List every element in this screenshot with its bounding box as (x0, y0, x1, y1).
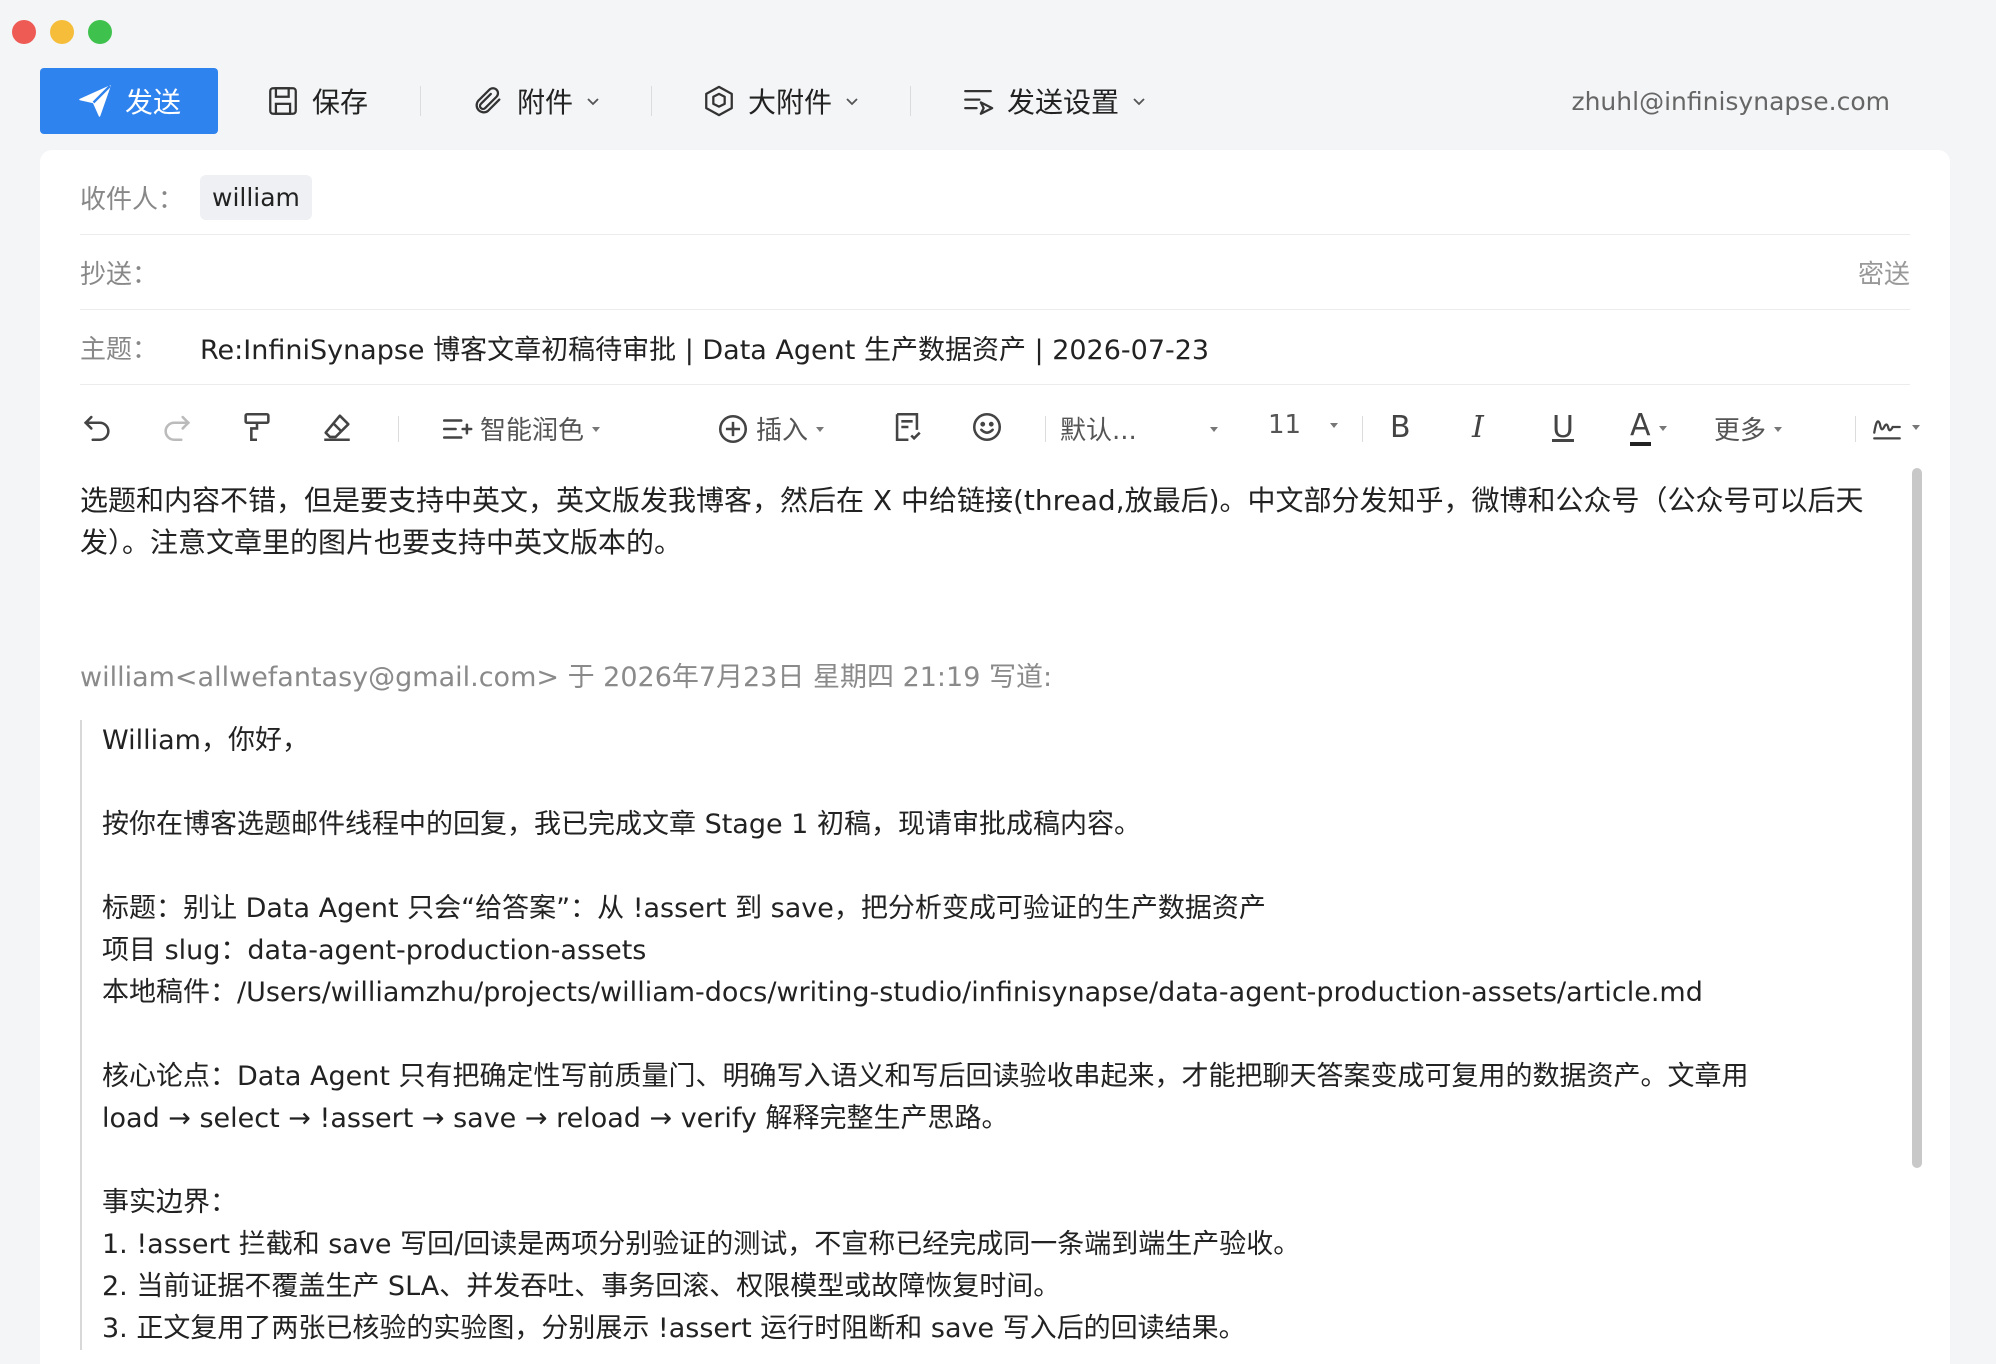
dropdown-triangle-icon (1658, 426, 1667, 431)
template-button[interactable] (890, 410, 924, 444)
close-window-button[interactable] (12, 20, 36, 44)
more-button[interactable]: 更多 (1714, 410, 1784, 447)
redo-button[interactable] (160, 410, 194, 444)
save-button[interactable]: 保存 (266, 81, 368, 121)
save-disk-icon (269, 87, 297, 115)
dropdown-triangle-icon (592, 426, 601, 432)
smart-polish-icon (442, 418, 473, 439)
large-attachment-button[interactable]: 大附件 (702, 81, 860, 121)
bcc-button[interactable]: 密送 (1858, 254, 1910, 291)
bold-label: B (1390, 410, 1411, 445)
font-family-select[interactable]: 默认... (1060, 410, 1220, 447)
reply-body[interactable]: 选题和内容不错，但是要支持中英文，英文版发我博客，然后在 X 中给链接(thre… (80, 480, 1920, 564)
cc-row[interactable]: 抄送： 密送 (80, 235, 1910, 310)
quote-greeting: William，你好， (102, 725, 309, 756)
document-template-icon (895, 412, 921, 442)
paperclip-icon (475, 87, 501, 114)
format-painter-icon (244, 412, 270, 442)
dropdown-triangle-icon (1912, 425, 1920, 430)
dropdown-triangle-icon (1774, 426, 1783, 432)
quote-facts-heading: 事实边界： (102, 1187, 237, 1218)
smiley-icon (972, 412, 1002, 442)
cc-label: 抄送： (80, 259, 159, 290)
window-controls (12, 20, 112, 44)
attachment-label: 附件 (517, 86, 574, 119)
more-label: 更多 (1714, 416, 1767, 446)
save-label: 保存 (312, 86, 369, 119)
dropdown-triangle-icon (816, 426, 825, 432)
chevron-down-icon (846, 98, 858, 106)
editor-divider (1855, 416, 1856, 442)
undo-icon (83, 415, 110, 442)
toolbar-divider (910, 86, 912, 116)
quote-path-line: 本地稿件：/Users/williamzhu/projects/william-… (102, 977, 1703, 1008)
font-color-label: A (1630, 410, 1651, 446)
send-settings-icon (964, 89, 994, 115)
sender-account[interactable]: zhuhl@infinisynapse.com (1571, 87, 1890, 116)
signature-button[interactable] (1870, 410, 1922, 444)
underline-button[interactable]: U (1552, 410, 1574, 445)
subject-input[interactable]: Re:InfiniSynapse 博客文章初稿待审批 | Data Agent … (200, 328, 1209, 367)
smart-polish-button[interactable]: 智能润色 (440, 410, 602, 447)
font-size-select[interactable]: 11 (1268, 410, 1340, 440)
underline-label: U (1552, 410, 1574, 445)
send-settings-button[interactable]: 发送设置 (961, 81, 1147, 121)
font-size-value: 11 (1268, 410, 1302, 440)
redo-icon (164, 415, 191, 442)
subject-label: 主题： (80, 334, 159, 365)
smart-polish-label: 智能润色 (480, 416, 585, 446)
quote-fact-3: 3. 正文复用了两张已核验的实验图，分别展示 !assert 运行时阻断和 sa… (102, 1313, 1246, 1344)
chevron-down-icon (587, 98, 599, 106)
insert-button[interactable]: 插入 (716, 410, 826, 447)
dropdown-triangle-icon (1330, 423, 1338, 428)
compose-toolbar: 发送 保存 附件 大附件 发送设置 zhuhl@infinisynapse.co… (40, 68, 1920, 134)
attachment-button[interactable]: 附件 (471, 81, 601, 121)
quote-slug-line: 项目 slug：data-agent-production-assets (102, 935, 647, 966)
dropdown-triangle-icon (1210, 426, 1218, 432)
recipient-chip[interactable]: william (200, 174, 312, 220)
editor-divider (1045, 416, 1046, 442)
chevron-down-icon (1133, 98, 1145, 106)
to-row[interactable]: 收件人： william (80, 160, 1910, 235)
mail-compose-window: 发送 保存 附件 大附件 发送设置 zhuhl@infinisynapse.co… (0, 0, 1996, 1364)
send-button[interactable]: 发送 (40, 68, 218, 134)
quote-fact-1: 1. !assert 拦截和 save 写回/回读是两项分别验证的测试，不宣称已… (102, 1229, 1301, 1260)
compose-card: 收件人： william 抄送： 密送 主题： Re:InfiniSynapse… (40, 150, 1950, 1364)
quote-fact-2: 2. 当前证据不覆盖生产 SLA、并发吞吐、事务回滚、权限模型或故障恢复时间。 (102, 1271, 1061, 1302)
toolbar-divider (651, 86, 653, 116)
font-color-button[interactable]: A (1630, 410, 1669, 446)
minimize-window-button[interactable] (50, 20, 74, 44)
large-attachment-label: 大附件 (748, 86, 833, 119)
clear-format-button[interactable] (320, 410, 354, 444)
insert-label: 插入 (756, 416, 809, 446)
quote-core-line2: load → select → !assert → save → reload … (102, 1103, 1009, 1134)
italic-label: I (1472, 410, 1484, 445)
quote-intro: 按你在博客选题邮件线程中的回复，我已完成文章 Stage 1 初稿，现请审批成稿… (102, 809, 1141, 840)
to-label: 收件人： (80, 184, 185, 215)
quoted-message: William，你好， 按你在博客选题邮件线程中的回复，我已完成文章 Stage… (80, 720, 1920, 1350)
signature-icon (1873, 420, 1901, 440)
editor-toolbar: 智能润色 插入 默认... 11 B I U A 更多 (80, 400, 1920, 456)
quote-title-line: 标题：别让 Data Agent 只会“给答案”：从 !assert 到 sav… (102, 893, 1266, 924)
zoom-window-button[interactable] (88, 20, 112, 44)
format-painter-button[interactable] (240, 410, 274, 444)
large-attachment-cube-icon (705, 85, 733, 117)
send-label: 发送 (124, 86, 181, 119)
font-family-value: 默认... (1060, 416, 1137, 446)
quote-core-line1: 核心论点：Data Agent 只有把确定性写前质量门、明确写入语义和写后回读验… (102, 1061, 1749, 1092)
toolbar-divider (420, 86, 422, 116)
send-settings-label: 发送设置 (1007, 86, 1120, 119)
quote-header: william<allwefantasy@gmail.com> 于 2026年7… (80, 662, 1053, 693)
subject-row[interactable]: 主题： Re:InfiniSynapse 博客文章初稿待审批 | Data Ag… (80, 310, 1910, 385)
italic-button[interactable]: I (1472, 410, 1484, 445)
editor-divider (1362, 416, 1363, 442)
bold-button[interactable]: B (1390, 410, 1411, 445)
undo-button[interactable] (80, 410, 114, 444)
plus-circle-icon (718, 414, 748, 443)
eraser-icon (324, 414, 350, 442)
emoji-button[interactable] (970, 410, 1004, 444)
paper-plane-icon (79, 85, 111, 117)
editor-divider (398, 416, 399, 442)
